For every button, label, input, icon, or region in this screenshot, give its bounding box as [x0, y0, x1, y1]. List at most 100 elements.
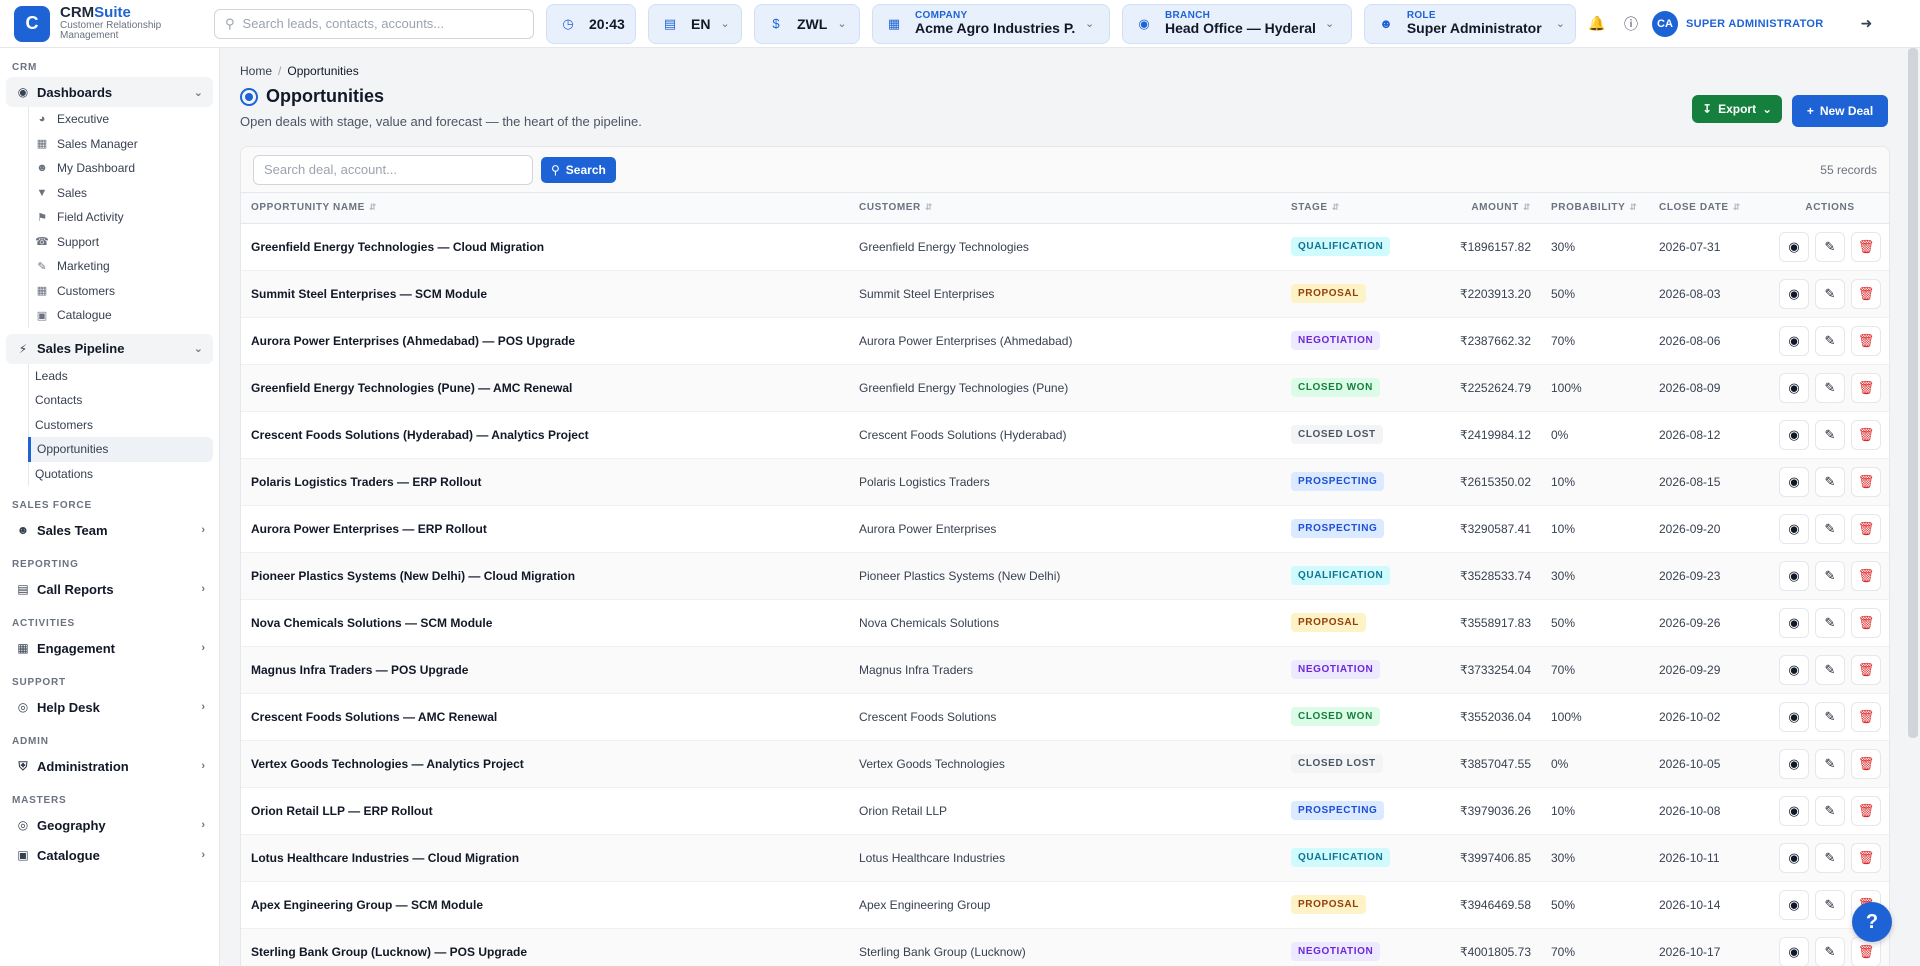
opportunity-name[interactable]: Greenfield Energy Technologies (Pune) — …	[241, 364, 849, 412]
edit-pencil-icon[interactable]: ✎	[1815, 795, 1845, 826]
view-eye-icon[interactable]: ◉	[1779, 560, 1809, 591]
opportunity-name[interactable]: Crescent Foods Solutions (Hyderabad) — A…	[241, 411, 849, 459]
sidebar-group-catalogue[interactable]: ▣ Catalogue ›	[0, 840, 219, 870]
opportunity-name[interactable]: Nova Chemicals Solutions — SCM Module	[241, 599, 849, 647]
sidebar-item-support[interactable]: ☎ Support	[29, 230, 219, 255]
delete-trash-icon[interactable]: 🗑	[1851, 372, 1881, 403]
opportunity-name[interactable]: Summit Steel Enterprises — SCM Module	[241, 270, 849, 318]
sidebar-item-sales[interactable]: ▼ Sales	[29, 181, 219, 206]
sidebar-item-catalogue-dashboard[interactable]: ▣ Catalogue	[29, 303, 219, 328]
sidebar-item-customers-dashboard[interactable]: ▦ Customers	[29, 279, 219, 304]
view-eye-icon[interactable]: ◉	[1779, 936, 1809, 966]
opportunity-name[interactable]: Aurora Power Enterprises — ERP Rollout	[241, 505, 849, 553]
brand[interactable]: C CRMSuite Customer Relationship Managem…	[0, 5, 214, 42]
edit-pencil-icon[interactable]: ✎	[1815, 748, 1845, 779]
view-eye-icon[interactable]: ◉	[1779, 325, 1809, 356]
opportunity-name[interactable]: Apex Engineering Group — SCM Module	[241, 881, 849, 929]
sidebar-item-marketing[interactable]: ✎ Marketing	[29, 254, 219, 279]
sidebar-item-opportunities[interactable]: Opportunities	[28, 437, 213, 462]
view-eye-icon[interactable]: ◉	[1779, 466, 1809, 497]
edit-pencil-icon[interactable]: ✎	[1815, 889, 1845, 920]
role-selector[interactable]: ☻ ROLE Super Administrator ⌄	[1364, 3, 1576, 44]
delete-trash-icon[interactable]: 🗑	[1851, 513, 1881, 544]
edit-pencil-icon[interactable]: ✎	[1815, 607, 1845, 638]
sidebar-item-leads[interactable]: Leads	[29, 364, 219, 389]
table-row[interactable]: Aurora Power Enterprises (Ahmedabad) — P…	[241, 317, 1889, 365]
view-eye-icon[interactable]: ◉	[1779, 701, 1809, 732]
search-button[interactable]: ⚲ Search	[541, 156, 616, 183]
currency-selector[interactable]: $ ZWL ⌄	[754, 3, 860, 44]
table-row[interactable]: Orion Retail LLP — ERP Rollout Orion Reta…	[241, 787, 1889, 835]
view-eye-icon[interactable]: ◉	[1779, 278, 1809, 309]
sidebar-item-sales-manager[interactable]: ▦ Sales Manager	[29, 132, 219, 157]
column-header-customer[interactable]: CUSTOMER ⇵	[849, 193, 1281, 224]
page-scrollbar[interactable]	[1908, 48, 1918, 738]
table-row[interactable]: Pioneer Plastics Systems (New Delhi) — C…	[241, 552, 1889, 600]
help-icon[interactable]: ⓘ	[1618, 11, 1644, 37]
delete-trash-icon[interactable]: 🗑	[1851, 795, 1881, 826]
opportunity-name[interactable]: Magnus Infra Traders — POS Upgrade	[241, 646, 849, 694]
table-row[interactable]: Sterling Bank Group (Lucknow) — POS Upgr…	[241, 928, 1889, 966]
branch-selector[interactable]: ◉ BRANCH Head Office — Hyderab... ⌄	[1122, 3, 1352, 44]
delete-trash-icon[interactable]: 🗑	[1851, 560, 1881, 591]
view-eye-icon[interactable]: ◉	[1779, 654, 1809, 685]
table-row[interactable]: Summit Steel Enterprises — SCM Module Sum…	[241, 270, 1889, 318]
opportunity-name[interactable]: Aurora Power Enterprises (Ahmedabad) — P…	[241, 317, 849, 365]
sidebar-group-call-reports[interactable]: ▤ Call Reports ›	[0, 574, 219, 604]
edit-pencil-icon[interactable]: ✎	[1815, 372, 1845, 403]
language-selector[interactable]: ▤ EN ⌄	[648, 3, 742, 44]
help-chat-button[interactable]: ?	[1852, 902, 1892, 942]
edit-pencil-icon[interactable]: ✎	[1815, 560, 1845, 591]
delete-trash-icon[interactable]: 🗑	[1851, 842, 1881, 873]
delete-trash-icon[interactable]: 🗑	[1851, 325, 1881, 356]
table-row[interactable]: Nova Chemicals Solutions — SCM Module Nov…	[241, 599, 1889, 647]
delete-trash-icon[interactable]: 🗑	[1851, 607, 1881, 638]
opportunity-name[interactable]: Pioneer Plastics Systems (New Delhi) — C…	[241, 552, 849, 600]
edit-pencil-icon[interactable]: ✎	[1815, 654, 1845, 685]
table-row[interactable]: Vertex Goods Technologies — Analytics Pr…	[241, 740, 1889, 788]
opportunity-name[interactable]: Crescent Foods Solutions — AMC Renewal	[241, 693, 849, 741]
sidebar-item-customers[interactable]: Customers	[29, 413, 219, 438]
deal-search-input[interactable]: Search deal, account...	[253, 154, 533, 185]
view-eye-icon[interactable]: ◉	[1779, 748, 1809, 779]
edit-pencil-icon[interactable]: ✎	[1815, 419, 1845, 450]
sidebar-group-sales-team[interactable]: ☻ Sales Team ›	[0, 515, 219, 545]
edit-pencil-icon[interactable]: ✎	[1815, 278, 1845, 309]
table-row[interactable]: Apex Engineering Group — SCM Module Apex …	[241, 881, 1889, 929]
delete-trash-icon[interactable]: 🗑	[1851, 654, 1881, 685]
opportunity-name[interactable]: Greenfield Energy Technologies — Cloud M…	[241, 223, 849, 271]
column-header-stage[interactable]: STAGE ⇵	[1281, 193, 1441, 224]
sidebar-item-contacts[interactable]: Contacts	[29, 388, 219, 413]
opportunity-name[interactable]: Vertex Goods Technologies — Analytics Pr…	[241, 740, 849, 788]
table-row[interactable]: Greenfield Energy Technologies (Pune) — …	[241, 364, 1889, 412]
edit-pencil-icon[interactable]: ✎	[1815, 701, 1845, 732]
sidebar-group-geography[interactable]: ◎ Geography ›	[0, 810, 219, 840]
view-eye-icon[interactable]: ◉	[1779, 795, 1809, 826]
company-selector[interactable]: ▦ COMPANY Acme Agro Industries P... ⌄	[872, 3, 1110, 44]
opportunity-name[interactable]: Orion Retail LLP — ERP Rollout	[241, 787, 849, 835]
sidebar-group-dashboards[interactable]: ◉ Dashboards ⌄	[6, 77, 213, 107]
view-eye-icon[interactable]: ◉	[1779, 513, 1809, 544]
delete-trash-icon[interactable]: 🗑	[1851, 231, 1881, 262]
sidebar-item-field-activity[interactable]: ⚑ Field Activity	[29, 205, 219, 230]
edit-pencil-icon[interactable]: ✎	[1815, 466, 1845, 497]
table-row[interactable]: Lotus Healthcare Industries — Cloud Migr…	[241, 834, 1889, 882]
opportunity-name[interactable]: Sterling Bank Group (Lucknow) — POS Upgr…	[241, 928, 849, 966]
edit-pencil-icon[interactable]: ✎	[1815, 231, 1845, 262]
sidebar-group-help-desk[interactable]: ◎ Help Desk ›	[0, 692, 219, 722]
table-row[interactable]: Magnus Infra Traders — POS Upgrade Magnus…	[241, 646, 1889, 694]
table-row[interactable]: Polaris Logistics Traders — ERP Rollout P…	[241, 458, 1889, 506]
sidebar-item-quotations[interactable]: Quotations	[29, 462, 219, 487]
delete-trash-icon[interactable]: 🗑	[1851, 748, 1881, 779]
table-row[interactable]: Crescent Foods Solutions — AMC Renewal Cr…	[241, 693, 1889, 741]
edit-pencil-icon[interactable]: ✎	[1815, 513, 1845, 544]
table-row[interactable]: Greenfield Energy Technologies — Cloud M…	[241, 223, 1889, 271]
edit-pencil-icon[interactable]: ✎	[1815, 842, 1845, 873]
view-eye-icon[interactable]: ◉	[1779, 607, 1809, 638]
delete-trash-icon[interactable]: 🗑	[1851, 701, 1881, 732]
delete-trash-icon[interactable]: 🗑	[1851, 278, 1881, 309]
view-eye-icon[interactable]: ◉	[1779, 231, 1809, 262]
global-search-input[interactable]: ⚲ Search leads, contacts, accounts...	[214, 8, 534, 39]
view-eye-icon[interactable]: ◉	[1779, 372, 1809, 403]
column-header-amount[interactable]: AMOUNT ⇵	[1441, 193, 1541, 224]
